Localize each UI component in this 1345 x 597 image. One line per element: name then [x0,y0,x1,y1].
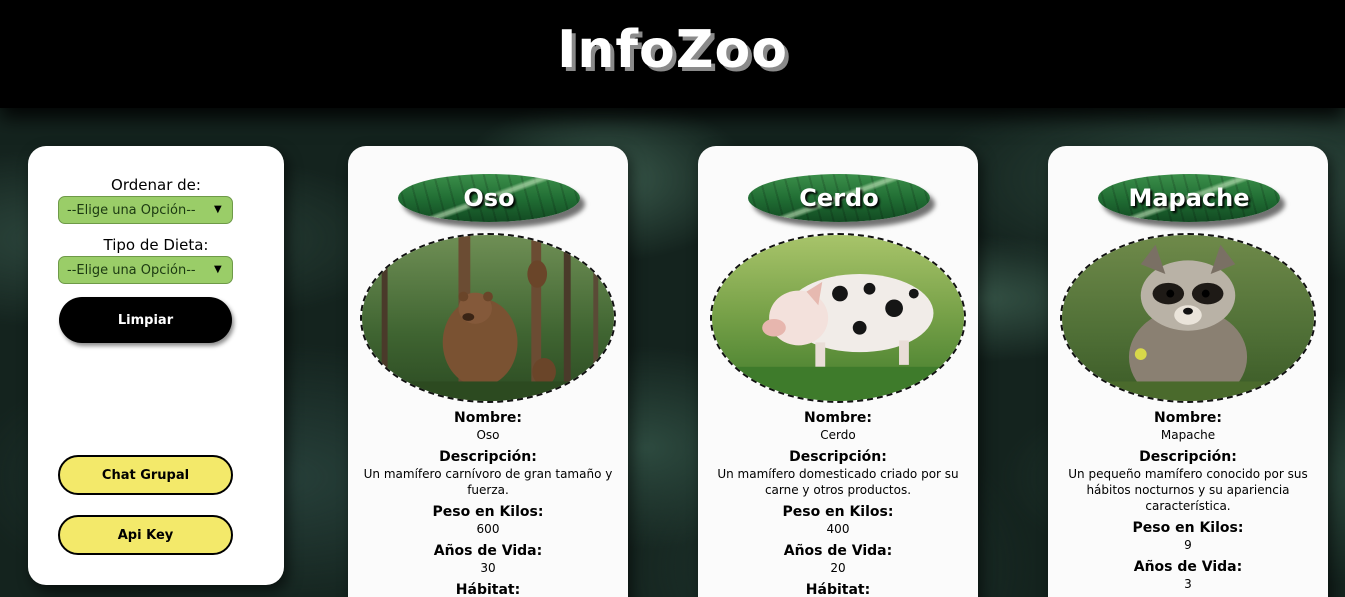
field-weight: Peso en Kilos: 9 [1058,520,1318,553]
diet-select-value: --Elige una Opción-- [67,262,196,278]
field-label: Hábitat: [805,582,871,597]
sort-select-value: --Elige una Opción-- [67,202,196,218]
field-weight: Peso en Kilos: 400 [708,504,968,537]
field-label: Peso en Kilos: [432,504,544,520]
card-title: Oso [463,184,515,212]
field-label: Hábitat: [455,582,521,597]
diet-select[interactable]: --Elige una Opción-- ▼ [58,256,233,284]
card-title-banner: Oso [398,174,580,222]
raccoon-photo [1060,233,1316,403]
field-value: Mapache [1160,428,1216,442]
card-title-banner: Cerdo [748,174,930,222]
field-value: Un mamífero domesticado criado por su ca… [717,467,959,497]
field-name: Nombre: Cerdo [708,410,968,443]
field-value: 400 [826,522,850,536]
field-value: Cerdo [820,428,856,442]
api-key-button[interactable]: Api Key [58,515,233,555]
sort-label: Ordenar de: [111,176,201,194]
field-label: Descripción: [1139,449,1237,465]
field-label: Peso en Kilos: [782,504,894,520]
card-title-banner: Mapache [1098,174,1280,222]
app-header: InfoZoo [0,0,1345,108]
field-name: Nombre: Oso [358,410,618,443]
field-lifespan: Años de Vida: 3 [1058,559,1318,592]
field-value: Oso [476,428,500,442]
chevron-down-icon: ▼ [214,264,222,275]
field-lifespan: Años de Vida: 30 [358,543,618,576]
field-value: 600 [476,522,500,536]
field-weight: Peso en Kilos: 600 [358,504,618,537]
card-title: Mapache [1128,184,1250,212]
field-label: Descripción: [439,449,537,465]
field-label: Años de Vida: [1133,559,1243,575]
sort-select[interactable]: --Elige una Opción-- ▼ [58,196,233,224]
field-value: Un mamífero carnívoro de gran tamaño y f… [363,467,613,497]
app-title: InfoZoo [557,20,788,80]
bear-photo [360,233,616,403]
diet-label: Tipo de Dieta: [103,236,209,254]
field-label: Peso en Kilos: [1132,520,1244,536]
animal-card-oso[interactable]: Oso Nombre: Oso Descripción: Un mamífero… [348,146,628,597]
field-value: 20 [830,561,846,575]
pig-photo [710,233,966,403]
field-value: 30 [480,561,496,575]
group-chat-button[interactable]: Chat Grupal [58,455,233,495]
filter-panel: Ordenar de: --Elige una Opción-- ▼ Tipo … [28,146,284,585]
field-habitat: Hábitat: [708,582,968,597]
field-description: Descripción: Un pequeño mamífero conocid… [1058,449,1318,514]
clear-button[interactable]: Limpiar [59,297,232,343]
field-label: Años de Vida: [783,543,893,559]
field-description: Descripción: Un mamífero carnívoro de gr… [358,449,618,498]
field-label: Descripción: [789,449,887,465]
field-lifespan: Años de Vida: 20 [708,543,968,576]
field-value: 9 [1184,538,1192,552]
animal-card-mapache[interactable]: Mapache Nombre: Mapache Descripción: Un … [1048,146,1328,597]
field-value: 3 [1184,577,1192,591]
animal-card-cerdo[interactable]: Cerdo Nombre: Cerdo Descripción: Un mamí… [698,146,978,597]
field-name: Nombre: Mapache [1058,410,1318,443]
field-label: Nombre: [454,410,522,426]
chevron-down-icon: ▼ [214,204,222,215]
field-value: Un pequeño mamífero conocido por sus háb… [1068,467,1308,513]
field-label: Nombre: [1154,410,1222,426]
field-description: Descripción: Un mamífero domesticado cri… [708,449,968,498]
field-label: Años de Vida: [433,543,543,559]
card-title: Cerdo [799,184,879,212]
field-label: Nombre: [804,410,872,426]
field-habitat: Hábitat: [358,582,618,597]
